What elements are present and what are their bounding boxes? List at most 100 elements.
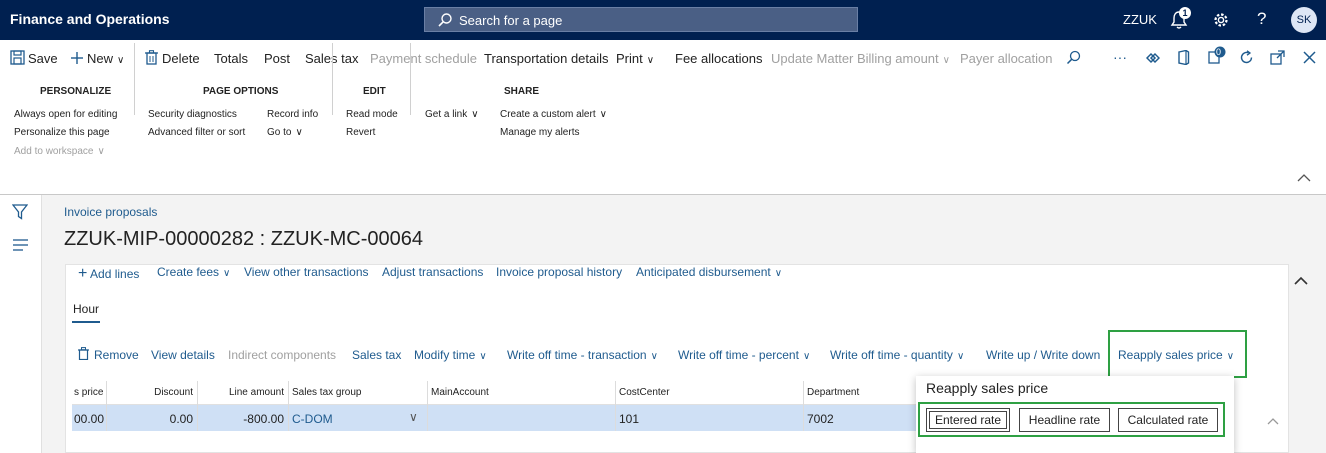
transportation-details-button[interactable]: Transportation details [484, 51, 609, 66]
always-open-for-editing-button[interactable]: Always open for editing [14, 109, 117, 120]
create-custom-alert-button[interactable]: Create a custom alert ∨ [500, 109, 607, 120]
update-matter-billing-button[interactable]: Update Matter Billing amount ∨ [771, 51, 950, 66]
post-button[interactable]: Post [264, 51, 290, 66]
invoice-proposal-history-button[interactable]: Invoice proposal history [496, 265, 622, 279]
remove-button[interactable]: Remove [94, 348, 139, 362]
new-button[interactable]: New ∨ [87, 51, 124, 66]
column-separator [288, 381, 289, 431]
open-in-new-window-icon[interactable] [1270, 50, 1285, 65]
reapply-sales-price-title: Reapply sales price [926, 380, 1049, 396]
security-diagnostics-button[interactable]: Security diagnostics [148, 109, 237, 120]
cell-discount[interactable]: 0.00 [107, 412, 193, 426]
indirect-components-button[interactable]: Indirect components [228, 348, 336, 362]
column-header-line-amount[interactable]: Line amount [198, 387, 284, 398]
adjust-transactions-button[interactable]: Adjust transactions [382, 265, 483, 279]
cell-sales-price[interactable]: 800.00 [74, 412, 104, 426]
active-tab-indicator [72, 321, 100, 323]
edit-group-title: EDIT [363, 86, 386, 97]
cell-sales-tax-group[interactable]: C-DOM [292, 412, 333, 426]
save-icon [10, 50, 25, 65]
sales-tax-line-button[interactable]: Sales tax [352, 348, 401, 362]
column-header-discount[interactable]: Discount [107, 387, 193, 398]
delete-button[interactable]: Delete [162, 51, 200, 66]
scroll-up-icon[interactable] [1267, 417, 1279, 425]
record-info-button[interactable]: Record info [267, 109, 318, 120]
advanced-filter-button[interactable]: Advanced filter or sort [148, 127, 245, 138]
company-picker[interactable]: ZZUK [1123, 12, 1157, 27]
reapply-sales-price-button[interactable]: Reapply sales price ∨ [1118, 348, 1234, 362]
go-to-label: Go to [267, 127, 292, 138]
create-fees-label: Create fees [157, 265, 220, 279]
chevron-down-icon: ∨ [117, 55, 125, 66]
headline-rate-button[interactable]: Headline rate [1019, 408, 1110, 432]
more-options-icon[interactable]: ··· [1113, 49, 1127, 65]
scroll-up-icon[interactable] [1294, 276, 1308, 286]
add-to-workspace-button[interactable]: Add to workspace ∨ [14, 146, 105, 157]
chevron-down-icon: ∨ [295, 127, 303, 138]
print-label: Print [616, 51, 643, 66]
close-icon[interactable] [1303, 51, 1316, 64]
chevron-down-icon: ∨ [802, 351, 811, 362]
anticipated-disbursement-label: Anticipated disbursement [636, 265, 771, 279]
column-header-department[interactable]: Department [807, 387, 859, 398]
view-other-transactions-button[interactable]: View other transactions [244, 265, 369, 279]
manage-my-alerts-button[interactable]: Manage my alerts [500, 127, 579, 138]
app-title[interactable]: Finance and Operations [10, 11, 169, 27]
column-header-sales-price[interactable]: s price [74, 387, 103, 398]
office-icon[interactable] [1177, 50, 1190, 65]
modify-time-button[interactable]: Modify time ∨ [414, 348, 487, 362]
page-title: ZZUK-MIP-00000282 : ZZUK-MC-00064 [64, 228, 424, 250]
chevron-down-icon: ∨ [774, 268, 783, 279]
write-up-write-down-button[interactable]: Write up / Write down [986, 348, 1100, 362]
print-button[interactable]: Print ∨ [616, 51, 654, 66]
filter-icon[interactable] [12, 204, 28, 220]
refresh-icon[interactable] [1239, 50, 1254, 65]
get-a-link-label: Get a link [425, 109, 468, 120]
write-off-quantity-button[interactable]: Write off time - quantity ∨ [830, 348, 964, 362]
search-input[interactable]: Search for a page [459, 13, 562, 28]
user-avatar[interactable]: SK [1291, 7, 1317, 33]
chevron-up-icon[interactable] [1297, 173, 1311, 183]
chevron-down-icon: ∨ [97, 146, 105, 157]
add-lines-button[interactable]: + Add lines [78, 265, 139, 283]
left-navigation-strip [0, 195, 42, 453]
add-to-workspace-label: Add to workspace [14, 146, 94, 157]
power-apps-icon[interactable] [1146, 51, 1160, 65]
revert-button[interactable]: Revert [346, 127, 375, 138]
anticipated-disbursement-button[interactable]: Anticipated disbursement ∨ [636, 265, 782, 279]
write-off-transaction-button[interactable]: Write off time - transaction ∨ [507, 348, 658, 362]
fee-allocations-button[interactable]: Fee allocations [675, 51, 762, 66]
page-search[interactable]: Search for a page [424, 7, 858, 32]
personalize-this-page-button[interactable]: Personalize this page [14, 127, 110, 138]
payment-schedule-button[interactable]: Payment schedule [370, 51, 477, 66]
breadcrumb[interactable]: Invoice proposals [64, 205, 157, 219]
write-off-percent-button[interactable]: Write off time - percent ∨ [678, 348, 810, 362]
create-fees-button[interactable]: Create fees ∨ [157, 265, 230, 279]
entered-rate-button[interactable]: Entered rate [926, 408, 1010, 432]
cell-line-amount[interactable]: -800.00 [198, 412, 284, 426]
cell-department[interactable]: 7002 [807, 412, 834, 426]
save-button[interactable]: Save [28, 51, 58, 66]
search-icon[interactable] [1066, 50, 1081, 65]
write-off-transaction-label: Write off time - transaction [507, 348, 647, 362]
totals-button[interactable]: Totals [214, 51, 248, 66]
read-mode-button[interactable]: Read mode [346, 109, 398, 120]
cell-cost-center[interactable]: 101 [619, 412, 639, 426]
column-header-sales-tax-group[interactable]: Sales tax group [292, 387, 362, 398]
help-icon[interactable]: ? [1257, 9, 1266, 29]
get-a-link-button[interactable]: Get a link ∨ [425, 109, 479, 120]
calculated-rate-button[interactable]: Calculated rate [1118, 408, 1218, 432]
tab-hour[interactable]: Hour [73, 302, 99, 316]
column-header-cost-center[interactable]: CostCenter [619, 387, 670, 398]
column-separator [427, 381, 428, 431]
chevron-down-icon: ∨ [646, 55, 655, 66]
gear-icon[interactable] [1212, 11, 1230, 29]
trash-icon [78, 347, 89, 360]
payer-allocation-button[interactable]: Payer allocation [960, 51, 1053, 66]
column-header-main-account[interactable]: MainAccount [431, 387, 489, 398]
go-to-button[interactable]: Go to ∨ [267, 127, 303, 138]
list-icon[interactable] [13, 239, 28, 251]
notification-count-badge: 1 [1179, 7, 1191, 19]
chevron-down-icon[interactable]: ∨ [409, 410, 418, 424]
view-details-button[interactable]: View details [151, 348, 215, 362]
